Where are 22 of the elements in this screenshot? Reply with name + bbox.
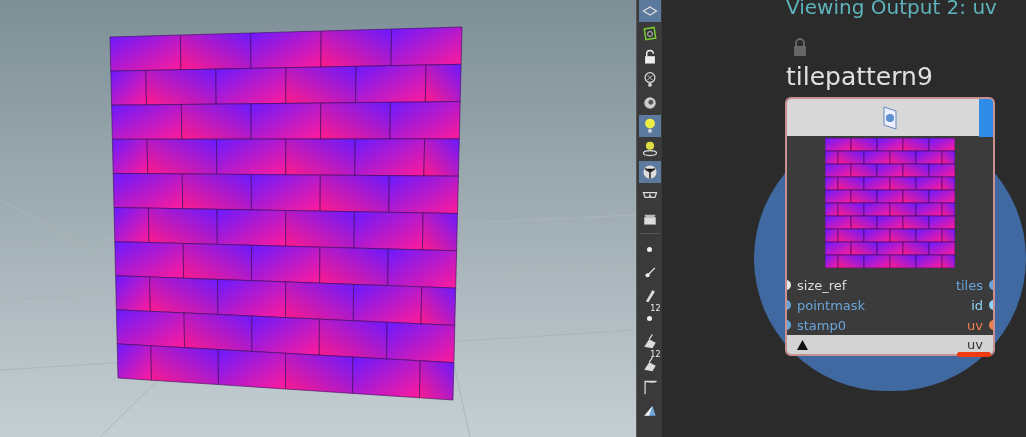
output-label: uv <box>967 335 983 354</box>
bulb-icon <box>640 140 659 158</box>
frame-icon <box>640 25 659 43</box>
highlight-underline <box>957 352 991 357</box>
triangle-icon[interactable] <box>797 339 808 350</box>
output-label: id <box>971 296 983 315</box>
output-label: uv <box>967 316 983 335</box>
count-label: 12 <box>650 304 661 313</box>
input-label: pointmask <box>797 296 866 315</box>
lock-icon[interactable] <box>792 38 808 56</box>
count-label: 12 <box>650 350 661 359</box>
node[interactable]: size_ref tiles pointmask id stamp0 uv uv <box>785 97 995 356</box>
toolbar-button[interactable] <box>638 161 661 183</box>
toolbar-button[interactable] <box>638 0 661 22</box>
input-label: size_ref <box>797 276 847 295</box>
input-label: stamp0 <box>797 316 847 335</box>
toolbar-button[interactable] <box>638 115 661 137</box>
dot-icon <box>647 315 652 321</box>
node-type-icon <box>880 104 900 131</box>
dot-icon <box>647 246 652 252</box>
output-label: tiles <box>955 276 983 295</box>
node-name: tilepattern9 <box>786 61 933 93</box>
